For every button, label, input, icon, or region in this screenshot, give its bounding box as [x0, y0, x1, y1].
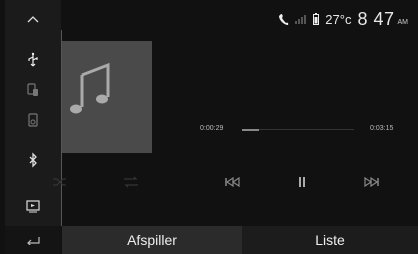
clock-time: 8 47 — [357, 8, 395, 29]
phone-source-button[interactable] — [5, 75, 61, 105]
tab-player[interactable]: Afspiller — [62, 226, 242, 254]
status-bar: 27°c 8 47 AM — [279, 6, 408, 32]
clock-ampm: AM — [397, 18, 409, 26]
chevron-up-icon — [27, 16, 39, 23]
bluetooth-icon — [29, 152, 37, 168]
temperature: 27°c — [325, 11, 352, 27]
back-button[interactable] — [5, 226, 61, 254]
tab-list[interactable]: Liste — [242, 226, 418, 254]
phone-icon — [279, 14, 289, 25]
media-player-screen: 27°c 8 47 AM 0:00:29 0:03:15 Afspiller L… — [0, 0, 418, 254]
next-button[interactable] — [362, 176, 382, 188]
tab-player-label: Afspiller — [127, 232, 177, 248]
scroll-up-button[interactable] — [5, 4, 61, 34]
bluetooth-source-button[interactable] — [5, 145, 61, 175]
source-sidebar — [5, 0, 61, 254]
album-art — [62, 41, 152, 153]
ipod-source-button[interactable] — [5, 105, 61, 135]
av-input-icon — [26, 200, 40, 213]
shuffle-button[interactable] — [50, 176, 70, 188]
back-arrow-icon — [27, 237, 40, 245]
pause-icon — [299, 177, 305, 187]
battery-icon — [313, 13, 320, 25]
total-time: 0:03:15 — [370, 125, 394, 132]
usb-source-button[interactable] — [5, 45, 61, 75]
previous-button[interactable] — [222, 176, 242, 188]
pause-button[interactable] — [292, 176, 312, 188]
usb-icon — [28, 52, 38, 67]
av-input-source-button[interactable] — [5, 191, 61, 221]
phone-media-icon — [27, 83, 38, 96]
shuffle-icon — [53, 178, 66, 186]
next-track-icon — [364, 177, 379, 187]
music-note-icon — [70, 62, 110, 114]
signal-strength-icon — [295, 15, 307, 24]
elapsed-time: 0:00:29 — [200, 125, 224, 132]
previous-track-icon — [225, 177, 240, 187]
repeat-icon — [124, 176, 138, 188]
progress-fill — [242, 129, 259, 131]
tab-list-label: Liste — [315, 232, 345, 248]
ipod-icon — [28, 113, 38, 127]
repeat-button[interactable] — [121, 176, 141, 188]
